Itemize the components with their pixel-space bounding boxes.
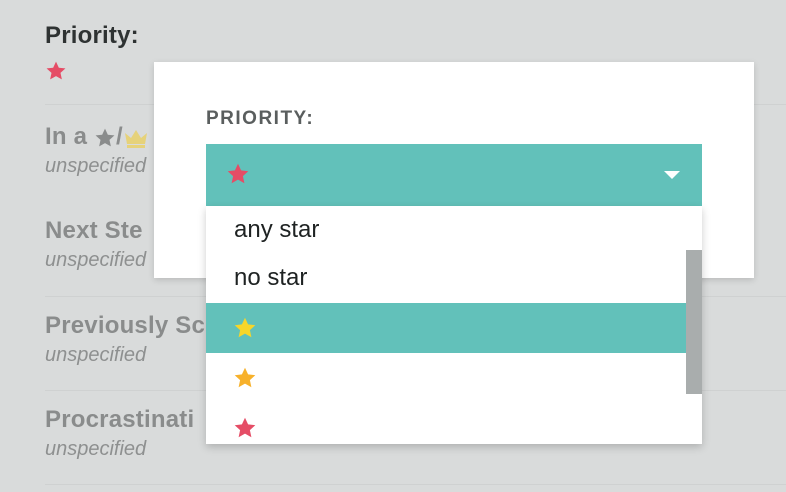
star-icon [94,127,116,149]
red-star-icon [233,416,257,440]
procrastination-label: Procrastinati [45,406,195,433]
in-a-value: unspecified [45,155,147,177]
modal-priority-label: PRIORITY: [206,108,315,129]
dropdown-scrollbar[interactable] [686,250,702,394]
divider [45,484,786,485]
previously-value: unspecified [45,344,147,366]
in-a-field: In a / unspecified [45,123,149,178]
option-no-star[interactable]: no star [206,254,686,304]
option-red-star[interactable] [206,403,686,444]
procrastination-field: Procrastinati unspecified [45,406,194,461]
orange-star-icon [233,366,257,390]
red-star-icon [226,162,250,186]
option-label: any star [234,216,320,243]
priority-dropdown-list: any star no star [206,206,702,444]
crown-icon [123,127,149,149]
procrastination-value: unspecified [45,438,147,460]
yellow-star-icon [233,316,257,340]
next-step-value: unspecified [45,249,147,271]
next-step-field: Next Ste unspecified [45,217,146,272]
in-a-label-text: In a [45,123,88,150]
priority-value [45,60,139,82]
caret-down-icon [664,171,680,179]
option-label: no star [234,264,308,291]
option-yellow-star[interactable] [206,303,686,353]
previously-label: Previously Sc [45,312,206,339]
in-a-label: In a / [45,123,149,151]
red-star-icon [45,60,67,82]
option-any-star[interactable]: any star [206,206,686,256]
priority-label: Priority: [45,22,139,49]
previously-field: Previously Sc unspecified [45,312,205,367]
option-orange-star[interactable] [206,353,686,403]
priority-select[interactable] [206,144,702,206]
next-step-label: Next Ste [45,217,143,244]
slash-separator: / [116,123,123,150]
priority-field: Priority: [45,22,139,82]
